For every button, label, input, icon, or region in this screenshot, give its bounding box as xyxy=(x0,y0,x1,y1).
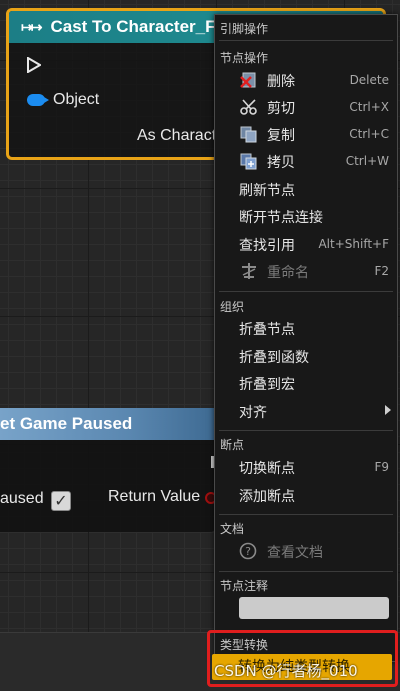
menu-item-shortcut: Alt+Shift+F xyxy=(318,237,389,251)
menu-item-label: 重命名 xyxy=(267,265,309,281)
menu-item-label: 折叠到函数 xyxy=(239,350,309,366)
rename-icon xyxy=(242,263,256,279)
menu-item-collapse-to-macro[interactable]: 折叠到宏 xyxy=(215,370,397,396)
object-pin-label: Object xyxy=(53,91,100,108)
menu-separator xyxy=(219,291,393,292)
exec-pin-icon[interactable] xyxy=(27,57,41,73)
svg-text:?: ? xyxy=(245,545,251,558)
menu-item-label: 折叠到宏 xyxy=(239,377,295,393)
menu-item-label: 剪切 xyxy=(267,101,295,117)
menu-item-label: 查找引用 xyxy=(239,238,295,254)
menu-item-cut[interactable]: 剪切 Ctrl+X xyxy=(215,94,397,120)
menu-item-label: 切换断点 xyxy=(239,461,295,477)
menu-item-align[interactable]: 对齐 xyxy=(215,398,397,424)
menu-item-shortcut: Ctrl+W xyxy=(345,154,389,168)
menu-item-refresh-nodes[interactable]: 刷新节点 xyxy=(215,176,397,202)
scissors-icon xyxy=(240,99,257,115)
menu-item-label: 断开节点连接 xyxy=(239,210,323,226)
menu-item-find-references[interactable]: 查找引用 Alt+Shift+F xyxy=(215,231,397,257)
object-pin-icon[interactable] xyxy=(27,94,49,106)
menu-item-shortcut: Delete xyxy=(349,73,389,87)
return-value-label: Return Value xyxy=(108,488,201,505)
object-pin-row[interactable]: Object xyxy=(27,91,99,109)
copy-icon xyxy=(240,126,257,143)
menu-item-shortcut: F9 xyxy=(374,460,389,474)
as-character-pin-label: As Characte xyxy=(137,127,226,144)
watermark-text: CSDN @行者杨_010 xyxy=(214,662,358,680)
menu-item-break-links[interactable]: 断开节点连接 xyxy=(215,203,397,229)
cast-icon: ↦↦ xyxy=(21,18,43,35)
duplicate-icon xyxy=(240,153,257,170)
menu-item-label: 查看文档 xyxy=(267,545,323,561)
context-menu: 引脚操作 节点操作 删除 Delete 剪切 Ctrl+X 复制 Ctrl+C xyxy=(214,14,398,662)
menu-item-duplicate[interactable]: 拷贝 Ctrl+W xyxy=(215,148,397,174)
set-game-paused-header[interactable]: et Game Paused xyxy=(0,408,216,440)
menu-section-organize: 组织 xyxy=(220,300,245,314)
help-icon: ? xyxy=(239,542,257,560)
menu-item-rename[interactable]: 重命名 F2 xyxy=(215,258,397,284)
menu-item-delete[interactable]: 删除 Delete xyxy=(215,67,397,93)
menu-separator xyxy=(219,430,393,431)
set-game-paused-title: et Game Paused xyxy=(0,414,133,433)
menu-section-docs: 文档 xyxy=(220,522,245,536)
menu-section-breakpoints: 断点 xyxy=(220,438,245,452)
menu-item-collapse-nodes[interactable]: 折叠节点 xyxy=(215,315,397,341)
menu-item-view-docs[interactable]: ? 查看文档 xyxy=(215,538,397,564)
set-game-paused-node[interactable]: et Game Paused xyxy=(0,408,216,532)
menu-separator xyxy=(219,514,393,515)
menu-section-node-ops: 节点操作 xyxy=(220,51,269,65)
menu-item-label: 刷新节点 xyxy=(239,183,295,199)
menu-item-label: 添加断点 xyxy=(239,489,295,505)
delete-icon xyxy=(240,72,256,88)
menu-item-label: 删除 xyxy=(267,74,295,90)
node-comment-input[interactable] xyxy=(239,597,389,619)
menu-item-copy[interactable]: 复制 Ctrl+C xyxy=(215,121,397,147)
menu-item-label: 复制 xyxy=(267,128,295,144)
menu-item-toggle-breakpoint[interactable]: 切换断点 F9 xyxy=(215,454,397,480)
menu-item-shortcut: F2 xyxy=(374,264,389,278)
menu-item-label: 对齐 xyxy=(239,405,267,421)
cast-node-title: Cast To Character_Fi xyxy=(50,17,221,36)
menu-item-add-breakpoint[interactable]: 添加断点 xyxy=(215,482,397,508)
menu-section-node-comment: 节点注释 xyxy=(220,579,269,593)
menu-separator xyxy=(219,40,393,41)
menu-item-collapse-to-function[interactable]: 折叠到函数 xyxy=(215,343,397,369)
paused-checkbox[interactable]: ✓ xyxy=(51,491,71,511)
menu-item-label: 拷贝 xyxy=(267,155,295,171)
menu-section-pin-ops: 引脚操作 xyxy=(220,22,269,36)
menu-item-label: 折叠节点 xyxy=(239,322,295,338)
paused-pin-label: aused xyxy=(0,490,44,507)
menu-item-shortcut: Ctrl+C xyxy=(349,127,389,141)
submenu-arrow-icon xyxy=(385,405,391,415)
menu-separator xyxy=(219,571,393,572)
menu-item-shortcut: Ctrl+X xyxy=(349,100,389,114)
